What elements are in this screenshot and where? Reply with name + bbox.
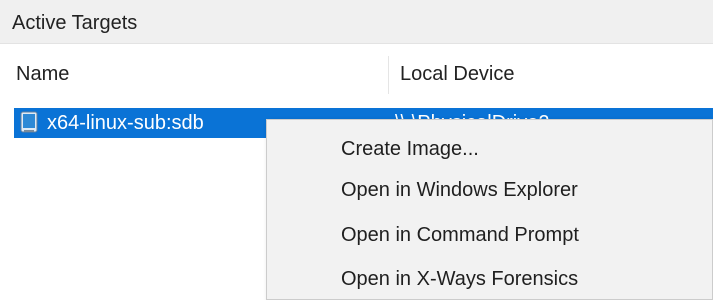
section-title: Active Targets [12,12,138,34]
column-header-name[interactable]: Name [16,62,69,86]
menu-item-label: Create Image... [341,138,479,160]
menu-item-label: Open in Command Prompt [341,224,579,246]
menu-item-open-x-ways-forensics[interactable]: Open in X-Ways Forensics [267,260,712,296]
menu-item-open-windows-explorer[interactable]: Open in Windows Explorer [267,171,712,207]
menu-item-open-command-prompt[interactable]: Open in Command Prompt [267,216,712,252]
target-name: x64-linux-sub:sdb [47,112,204,134]
column-divider[interactable] [388,56,389,94]
active-targets-panel: Active Targets Name Local Device x64-lin… [0,0,713,300]
menu-item-create-image[interactable]: Create Image... [267,130,712,166]
menu-item-label: Open in X-Ways Forensics [341,268,579,290]
section-header: Active Targets [0,0,713,44]
context-menu: Create Image... Open in Windows Explorer… [266,119,713,300]
drive-icon [20,111,38,135]
menu-item-label: Open in Windows Explorer [341,179,578,201]
column-header-local-device[interactable]: Local Device [400,62,515,86]
